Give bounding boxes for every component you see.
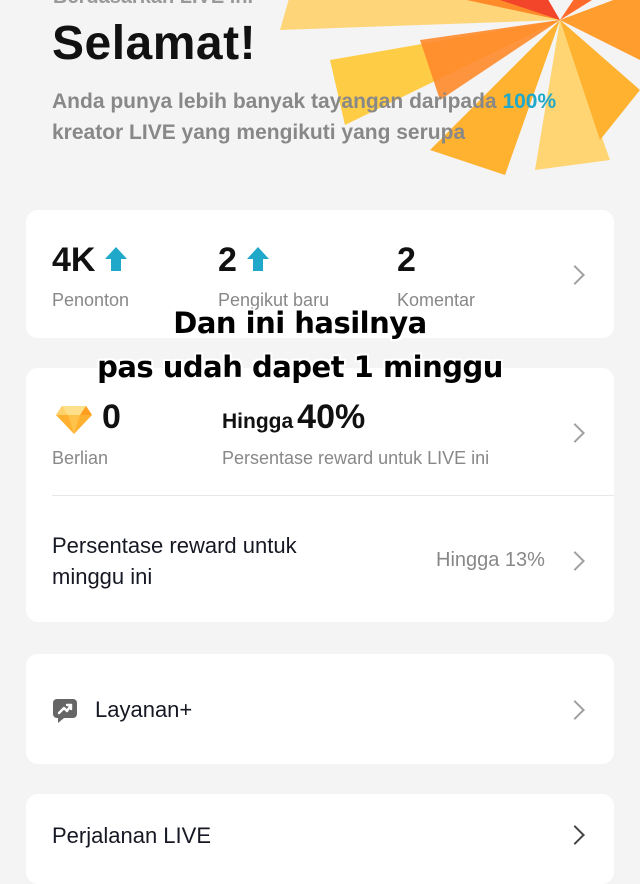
- services-card[interactable]: Layanan+: [26, 654, 614, 764]
- stat-viewers: 4K Penonton: [52, 240, 129, 311]
- upto-value: 40%: [297, 398, 366, 436]
- trend-up-icon: [246, 247, 269, 273]
- service-plus-icon: [53, 699, 77, 723]
- weekly-reward-value[interactable]: Hingga 13%: [436, 549, 545, 572]
- weekly-reward-label[interactable]: Persentase reward untuk minggu ini: [52, 530, 352, 592]
- trend-up-icon: [105, 247, 128, 273]
- upto-percent: Hingga 40%: [222, 398, 365, 437]
- overlay-caption-line2: pas udah dapet 1 minggu: [97, 350, 503, 384]
- stat-value: 4K: [52, 241, 96, 279]
- live-journey-card[interactable]: Perjalanan LIVE: [26, 794, 614, 884]
- chevron-right-icon[interactable]: [565, 423, 585, 443]
- diamonds-value: 0: [102, 398, 121, 436]
- header-subtitle: Anda punya lebih banyak tayangan daripad…: [52, 86, 592, 148]
- live-journey-label[interactable]: Perjalanan LIVE: [52, 820, 211, 851]
- subtitle-percent: 100%: [502, 90, 557, 113]
- upto-prefix: Hingga: [222, 410, 294, 433]
- stat-value: 2: [397, 241, 416, 279]
- subtitle-text: Anda punya lebih banyak tayangan daripad…: [52, 90, 503, 113]
- diamond-icon: [56, 406, 92, 434]
- chevron-right-icon[interactable]: [565, 551, 585, 571]
- header-partial-line: Berdasarkan LIVE ini: [53, 0, 253, 9]
- diamonds-label: Berlian: [52, 448, 109, 468]
- stat-value: 2: [218, 241, 237, 279]
- stat-comments: 2 Komentar: [397, 240, 475, 311]
- divider: [52, 495, 614, 496]
- overlay-caption-line1: Dan ini hasilnya: [173, 306, 427, 340]
- upto-label: Persentase reward untuk LIVE ini: [222, 448, 490, 468]
- subtitle-text-end: kreator LIVE yang mengikuti yang serupa: [52, 121, 466, 144]
- page-title: Selamat!: [52, 17, 257, 70]
- chevron-right-icon[interactable]: [565, 700, 585, 720]
- chevron-right-icon[interactable]: [565, 825, 585, 845]
- stat-new-followers: 2 Pengikut baru: [218, 240, 329, 311]
- services-label[interactable]: Layanan+: [95, 694, 192, 725]
- chevron-right-icon[interactable]: [565, 265, 585, 285]
